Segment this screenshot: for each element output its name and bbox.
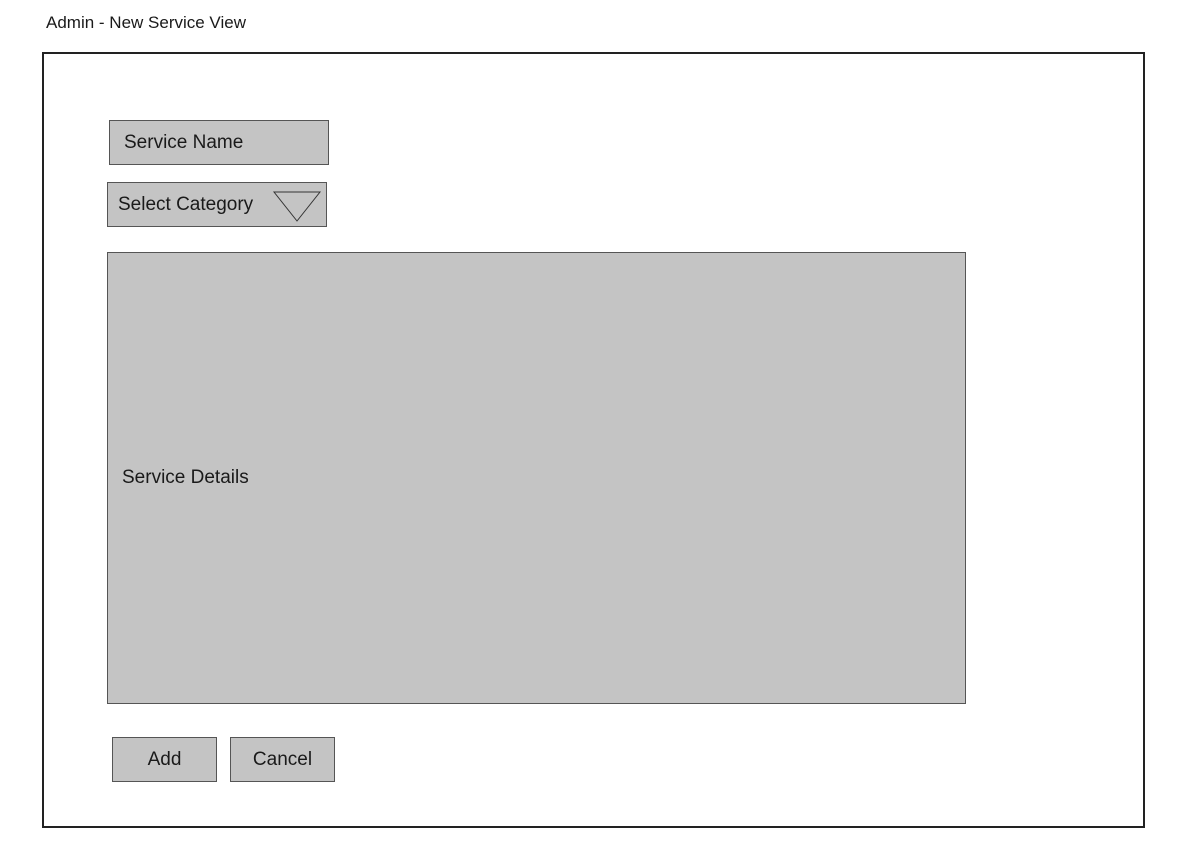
form-frame: Service Name Select Category Service Det… <box>42 52 1145 828</box>
service-details-placeholder: Service Details <box>122 467 249 488</box>
cancel-button[interactable]: Cancel <box>230 737 335 782</box>
category-select[interactable]: Select Category <box>107 182 327 227</box>
page-title: Admin - New Service View <box>46 13 246 32</box>
service-details-textarea[interactable]: Service Details <box>107 252 966 704</box>
add-button[interactable]: Add <box>112 737 217 782</box>
category-select-label: Select Category <box>118 193 254 215</box>
chevron-down-icon[interactable] <box>272 189 322 223</box>
service-name-input[interactable]: Service Name <box>109 120 329 165</box>
service-name-placeholder: Service Name <box>124 131 244 153</box>
